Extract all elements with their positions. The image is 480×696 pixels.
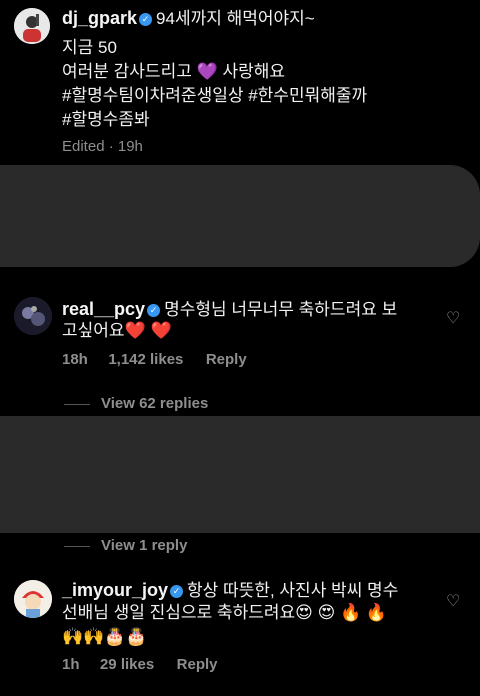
comment-3-text-3: 🙌🙌🎂🎂 — [62, 627, 147, 646]
avatar-real-pcy[interactable] — [14, 297, 52, 335]
avatar-imyour-joy[interactable] — [14, 580, 52, 618]
replies-divider — [64, 404, 90, 405]
post-meta: Edited · 19h — [62, 138, 143, 155]
profile-photo-icon — [14, 580, 52, 618]
comment-3-text-2: 선배님 생일 진심으로 축하드려요😍 😍 🔥 🔥 — [62, 603, 388, 622]
comment-3-time: 1h — [62, 656, 80, 673]
comment-3-likes[interactable]: 29 likes — [100, 656, 154, 673]
comment-1-meta: 18h 1,142 likes Reply — [62, 351, 247, 369]
view-replies-link-1[interactable]: View 62 replies — [101, 395, 208, 412]
comment-3-username[interactable]: _imyour_joy — [62, 580, 168, 600]
caption-line-2: 지금 50 — [62, 38, 117, 57]
caption-line-1: 94세까지 해먹어야지~ — [156, 9, 315, 28]
caption-line-3: 여러분 감사드리고 💜 사랑해요 — [62, 62, 286, 81]
hidden-comment-block — [0, 416, 480, 533]
comment-1-time: 18h — [62, 351, 88, 368]
caption-hashtags-1[interactable]: #할명수팀이차려준생일상 #한수민뭐해줄까 — [62, 83, 367, 108]
caption-header: dj_gpark ✓ 94세까지 해먹어야지~ — [62, 6, 315, 31]
caption-hashtags-2[interactable]: #할명수좀봐 — [62, 107, 150, 132]
comment-1-username[interactable]: real__pcy — [62, 299, 145, 319]
hidden-comment-block — [0, 165, 480, 267]
view-replies-link-2[interactable]: View 1 reply — [101, 537, 187, 554]
comment-3-reply-button[interactable]: Reply — [177, 656, 218, 673]
profile-photo-icon — [14, 297, 52, 335]
profile-photo-icon — [14, 8, 50, 44]
avatar-dj-gpark[interactable] — [14, 8, 50, 44]
post-username[interactable]: dj_gpark — [62, 8, 137, 28]
like-heart-icon[interactable]: ♡ — [446, 311, 462, 327]
verified-badge-icon: ✓ — [147, 304, 161, 318]
comment-3-text-1: 항상 따뜻한, 사진사 박씨 명수 — [187, 581, 399, 600]
comment-1-text-1: 명수형님 너무너무 축하드려요 보 — [164, 300, 398, 319]
verified-badge-icon: ✓ — [139, 13, 153, 27]
comment-1-reply-button[interactable]: Reply — [206, 351, 247, 368]
like-heart-icon[interactable]: ♡ — [446, 594, 462, 610]
comment-3-meta: 1h 29 likes Reply — [62, 656, 218, 674]
replies-divider — [64, 546, 90, 547]
comment-1-text-2: 고싶어요❤️ ❤️ — [62, 321, 172, 340]
comment-1-likes[interactable]: 1,142 likes — [108, 351, 183, 368]
verified-badge-icon: ✓ — [170, 585, 184, 599]
